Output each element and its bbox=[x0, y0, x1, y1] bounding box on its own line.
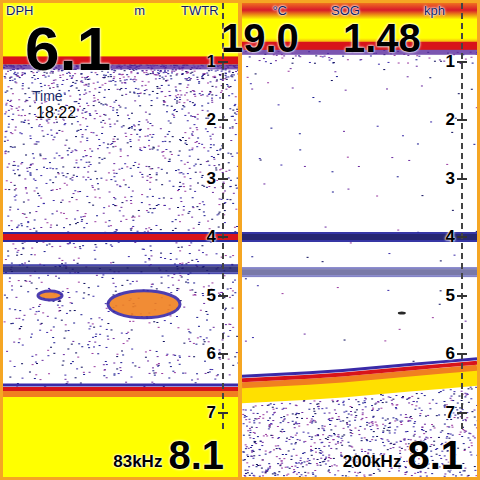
field-unit: kph bbox=[424, 4, 445, 18]
depth-label: 1 bbox=[446, 53, 455, 71]
field-label: DPH bbox=[6, 4, 33, 18]
frequency: 200kHz bbox=[343, 453, 402, 475]
data-bar: DPH m6.1 TWTR °C19.0 SOG kph1.48 bbox=[0, 0, 473, 80]
depth-label: 5 bbox=[207, 287, 216, 305]
depth-label: 3 bbox=[446, 170, 455, 188]
depth-label: 6 bbox=[446, 345, 455, 363]
time-readout: Time18:22 bbox=[32, 89, 76, 122]
time-value: 18:22 bbox=[32, 104, 76, 122]
layer bbox=[242, 267, 477, 277]
pane-footer: 83kHz 8.1 bbox=[113, 435, 224, 475]
field-unit: °C bbox=[272, 4, 287, 18]
layer bbox=[242, 232, 477, 242]
pane-footer: 200kHz8.1 bbox=[343, 435, 463, 475]
depth-label: 3 bbox=[207, 170, 216, 188]
range: 8.1 bbox=[407, 435, 463, 475]
depth-label: 2 bbox=[207, 111, 216, 129]
depth-label: 7 bbox=[207, 404, 216, 422]
data-field: SOG kph1.48 bbox=[293, 4, 473, 80]
field-value: 1.48 bbox=[293, 18, 473, 58]
depth-label: 4 bbox=[446, 228, 455, 246]
range: 8.1 bbox=[168, 435, 224, 475]
field-label: TWTR bbox=[181, 4, 219, 18]
fishfinder-screen: 123456783kHz8.11234567200kHz8.1DPHm6.1TW… bbox=[0, 0, 480, 480]
field-label: SOG bbox=[331, 4, 360, 18]
depth-label: 4 bbox=[207, 228, 216, 246]
depth-label: 1 bbox=[207, 53, 216, 71]
depth-label: 2 bbox=[446, 111, 455, 129]
echogram bbox=[242, 3, 477, 477]
layer bbox=[3, 232, 238, 242]
depth-scale: 1 2 3 4 5 6 7 bbox=[437, 3, 467, 429]
layer bbox=[3, 264, 238, 274]
field-value: 6.1 bbox=[3, 18, 163, 80]
data-field: TWTR °C19.0 bbox=[163, 4, 293, 80]
fish-target bbox=[38, 291, 62, 300]
depth-scale: 1 2 3 4 5 6 7 bbox=[198, 3, 228, 429]
fish-target bbox=[398, 312, 406, 315]
fish-target bbox=[108, 291, 180, 318]
depth-label: 7 bbox=[446, 404, 455, 422]
field-value: 19.0 bbox=[163, 18, 293, 58]
depth-label: 5 bbox=[446, 287, 455, 305]
frequency: 83kHz bbox=[113, 453, 162, 475]
depth-label: 6 bbox=[207, 345, 216, 363]
data-field: DPH m6.1 bbox=[3, 4, 163, 80]
sonar-pane: 1 2 3 4 5 6 7 200kHz8.1 bbox=[242, 3, 477, 477]
time-label: Time bbox=[32, 89, 76, 104]
field-unit: m bbox=[134, 4, 145, 18]
